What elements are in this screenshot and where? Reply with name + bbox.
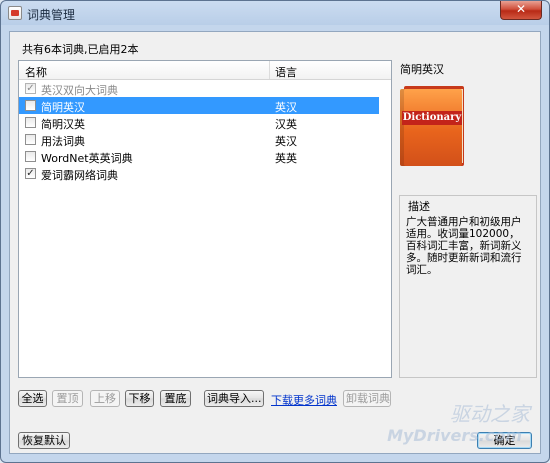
app-icon: [8, 6, 22, 20]
dictionary-name: 用法词典: [41, 135, 85, 148]
list-item-selected[interactable]: 简明英汉 英汉: [19, 97, 379, 114]
list-item[interactable]: ✓ 爱词霸网络词典: [19, 165, 391, 182]
list-item[interactable]: 用法词典 英汉: [19, 131, 391, 148]
dictionary-name: 爱词霸网络词典: [41, 169, 118, 182]
enable-checkbox[interactable]: [25, 117, 36, 128]
restore-default-button[interactable]: 恢复默认: [18, 432, 70, 449]
column-divider[interactable]: [269, 61, 270, 79]
description-text: 广大普通用户和初级用户适用。收词量102000，百科词汇丰富，新词新义多。随时更…: [406, 216, 522, 276]
dictionary-manager-window: 词典管理 ✕ 共有6本词典,已启用2本 名称 语言 ✓ 英汉双向大词典 简明英汉…: [0, 0, 550, 463]
list-item[interactable]: 简明汉英 汉英: [19, 114, 391, 131]
dictionary-language: 英汉: [275, 135, 297, 148]
close-button[interactable]: ✕: [500, 1, 542, 20]
description-label: 描述: [408, 200, 430, 213]
dictionary-name: 简明英汉: [41, 101, 85, 114]
dictionary-name: WordNet英英词典: [41, 152, 133, 165]
dictionary-language: 汉英: [275, 118, 297, 131]
dictionary-name: 简明汉英: [41, 118, 85, 131]
enable-checkbox[interactable]: [25, 134, 36, 145]
watermark-logo: 驱动之家: [450, 402, 530, 426]
description-panel: 描述 广大普通用户和初级用户适用。收词量102000，百科词汇丰富，新词新义多。…: [399, 195, 537, 378]
dictionary-name: 英汉双向大词典: [41, 84, 118, 97]
move-bottom-button[interactable]: 置底: [160, 390, 191, 407]
move-down-button[interactable]: 下移: [125, 390, 154, 407]
import-dictionary-button[interactable]: 词典导入...: [204, 390, 264, 407]
window-title: 词典管理: [27, 8, 76, 22]
dictionary-count-summary: 共有6本词典,已启用2本: [22, 43, 139, 56]
column-header-name[interactable]: 名称: [25, 64, 47, 80]
book-front-cover: Dictionary: [400, 89, 462, 166]
select-all-button[interactable]: 全选: [18, 390, 47, 407]
enable-checkbox[interactable]: [25, 151, 36, 162]
enable-checkbox[interactable]: [25, 100, 36, 111]
list-item[interactable]: WordNet英英词典 英英: [19, 148, 391, 165]
move-up-button[interactable]: 上移: [90, 390, 120, 407]
download-more-link[interactable]: 下载更多词典: [271, 392, 337, 408]
watermark-site: MyDrivers.com: [387, 426, 522, 445]
dictionary-book-icon: Dictionary: [400, 86, 464, 166]
enable-checkbox[interactable]: ✓: [25, 83, 36, 94]
dictionary-language: 英英: [275, 152, 297, 165]
list-header: 名称 语言: [19, 61, 391, 80]
enable-checkbox[interactable]: ✓: [25, 168, 36, 179]
dialog-client-area: 共有6本词典,已启用2本 名称 语言 ✓ 英汉双向大词典 简明英汉 英汉 简明汉…: [9, 31, 541, 454]
list-item[interactable]: ✓ 英汉双向大词典: [19, 80, 391, 97]
uninstall-dictionary-button[interactable]: 卸载词典: [343, 390, 391, 407]
book-label: Dictionary: [402, 111, 462, 125]
title-bar[interactable]: 词典管理 ✕: [1, 1, 549, 25]
column-header-language[interactable]: 语言: [275, 64, 297, 80]
dictionary-list[interactable]: 名称 语言 ✓ 英汉双向大词典 简明英汉 英汉 简明汉英 汉英 用法词典 英汉 …: [18, 60, 392, 378]
move-top-button[interactable]: 置顶: [52, 390, 83, 407]
selected-dictionary-title: 简明英汉: [400, 63, 444, 76]
dictionary-language: 英汉: [275, 101, 297, 114]
